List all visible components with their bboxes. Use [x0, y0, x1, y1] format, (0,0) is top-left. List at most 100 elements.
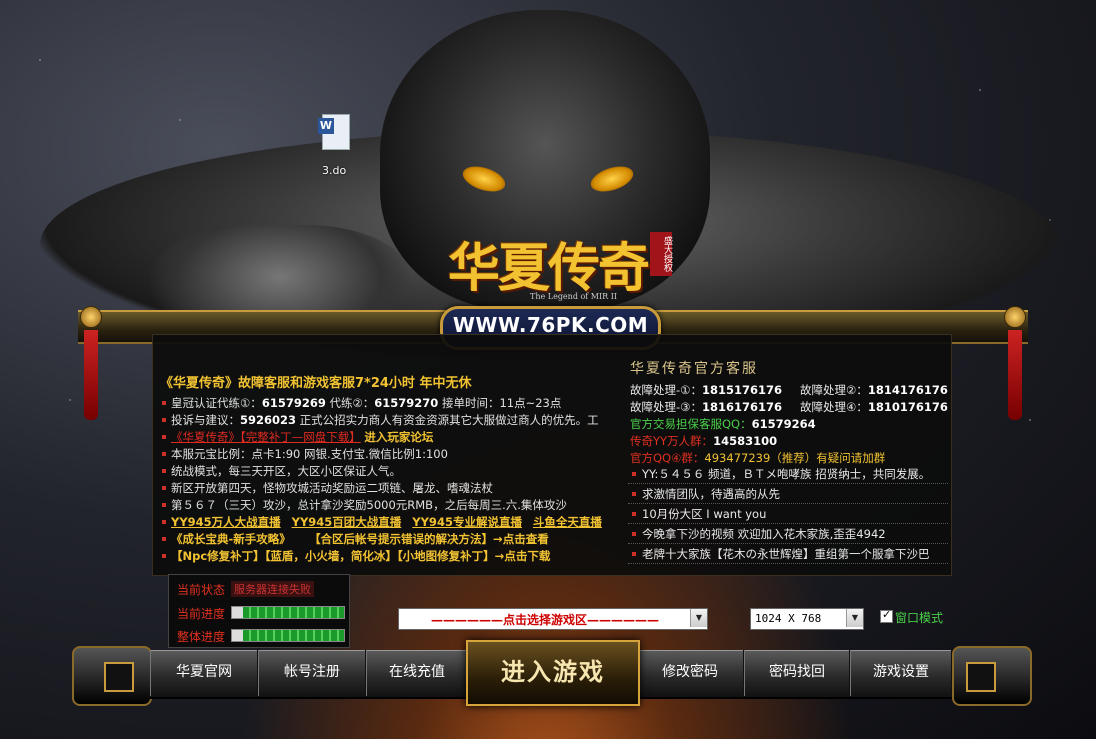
change-password-button[interactable]: 修改密码	[636, 650, 744, 696]
fault-number: 1816176176	[701, 400, 782, 414]
yy-commentary-link[interactable]: YY945专业解说直播	[412, 515, 522, 529]
logo-title: 华夏传奇	[448, 238, 650, 299]
row-text: 皇冠认证代练①：	[171, 396, 262, 410]
fault-label: 故障处理④：	[800, 400, 868, 414]
current-progress-fill	[243, 607, 344, 618]
npc-patch-link[interactable]: 【Npc修复补丁】	[171, 549, 265, 563]
bullet-icon	[162, 434, 166, 439]
fault-cell[interactable]: 故障处理-①：1815176176	[630, 382, 800, 399]
yy-guild-link[interactable]: YY945百团大战直播	[292, 515, 402, 529]
recover-password-button[interactable]: 密码找回	[744, 650, 850, 696]
bullet-icon	[162, 519, 166, 524]
patch-download-link[interactable]: 《华夏传奇》【完整补丁—网盘下载】	[171, 430, 361, 444]
announcement-item[interactable]: 10月份大区 I want you	[628, 505, 948, 524]
newbie-guide-link[interactable]: 《成长宝典-新手攻略》	[171, 532, 291, 546]
announcement-item[interactable]: 求激情团队，待遇高的从先	[628, 485, 948, 504]
fault-label: 故障处理-③：	[630, 400, 702, 414]
endcap-ornament-icon	[104, 662, 134, 692]
yy-group-label: 传奇YY万人群：	[630, 434, 714, 448]
logo-seal: 盛大授权	[650, 232, 672, 276]
menu-endcap-right	[952, 646, 1032, 706]
zone-select-value: ——————点击选择游戏区——————	[430, 613, 659, 627]
row-text: 接单时间：11点~23点	[438, 396, 562, 410]
tassel-left-icon	[84, 330, 98, 420]
fault-cell[interactable]: 故障处理②：1814176176	[800, 382, 948, 399]
minimap-patch-link[interactable]: 【小地图修复补丁】→点击下载	[397, 549, 550, 563]
bullet-icon	[632, 491, 636, 496]
escrow-line[interactable]: 官方交易担保客服QQ：61579264	[630, 416, 948, 433]
row-number: 5926023	[240, 413, 297, 427]
bullet-icon	[632, 531, 636, 536]
fault-line: 故障处理-①：1815176176 故障处理②：1814176176	[630, 382, 948, 399]
announcement-text: 求激情团队，待遇高的从先	[642, 487, 780, 501]
overall-progress-bar	[231, 629, 345, 642]
bullet-icon	[162, 553, 166, 558]
service-title: 华夏传奇官方客服	[630, 361, 758, 377]
bullet-icon	[632, 471, 636, 476]
douyu-link[interactable]: 斗鱼全天直播	[533, 515, 602, 529]
announcement-text: YY:５４５６ 频道，ＢＴメ咆哮族 招贤纳士，共同发展。	[642, 467, 931, 481]
bullet-icon	[162, 536, 166, 541]
desktop-file-label[interactable]: 3.do	[322, 164, 346, 177]
fault-cell[interactable]: 故障处理-③：1816176176	[630, 399, 800, 416]
news-row[interactable]: 新区开放第四天，怪物攻城活动奖励运二项链、屠龙、嗜魂法杖	[160, 480, 630, 497]
game-settings-button[interactable]: 游戏设置	[850, 650, 952, 696]
news-row[interactable]: 投诉与建议：5926023 正式公招实力商人有资金资源其它大服做过商人的优先。工	[160, 412, 630, 429]
fault-line: 故障处理-③：1816176176 故障处理④：1810176176	[630, 399, 948, 416]
state-value: 服务器连接失败	[231, 581, 314, 597]
yy-group-line[interactable]: 传奇YY万人群：14583100	[630, 433, 948, 450]
bullet-icon	[162, 502, 166, 507]
forum-link[interactable]: 进入玩家论坛	[364, 430, 433, 444]
enter-game-button[interactable]: 进入游戏	[466, 640, 640, 706]
fault-cell[interactable]: 故障处理④：1810176176	[800, 399, 948, 416]
row-text: 本服元宝比例：点卡1:90 网银.支付宝.微信比例1:100	[171, 447, 448, 461]
row-text: 新区开放第四天，怪物攻城活动奖励运二项链、屠龙、嗜魂法杖	[171, 481, 493, 495]
row-text: 第５６７（三天）攻沙，总计拿沙奖励5000元RMB，之后每周三.六.集体攻沙	[171, 498, 567, 512]
announcement-text: 老牌十大家族【花木の永世辉煌】重组第一个服拿下沙巴	[642, 547, 930, 561]
fault-label: 故障处理②：	[800, 383, 868, 397]
menu-endcap-left	[72, 646, 152, 706]
fault-number: 1814176176	[867, 383, 948, 397]
chevron-down-icon[interactable]: ▼	[690, 609, 707, 627]
service-section: 华夏传奇官方客服 故障处理-①：1815176176 故障处理②：18141761…	[630, 358, 948, 467]
news-row[interactable]: 统战模式，每三天开区，大区小区保证人气。	[160, 463, 630, 480]
checkbox-icon[interactable]	[880, 608, 893, 623]
bullet-icon	[162, 468, 166, 473]
shield-patch-link[interactable]: 【蓝盾，小火墙，简化冰】	[265, 549, 397, 563]
announcement-item[interactable]: 老牌十大家族【花木の永世辉煌】重组第一个服拿下沙巴	[628, 545, 948, 564]
recharge-button[interactable]: 在线充值	[366, 650, 468, 696]
endcap-ornament-icon	[966, 662, 996, 692]
escrow-label: 官方交易担保客服QQ：	[630, 417, 752, 431]
qq-group-value: 493477239（推荐）有疑问请加群	[704, 451, 886, 465]
tassel-right-icon	[1008, 330, 1022, 420]
chevron-down-icon[interactable]: ▼	[846, 609, 863, 627]
bullet-icon	[162, 485, 166, 490]
zone-select[interactable]: ——————点击选择游戏区—————— ▼	[398, 608, 708, 630]
news-row[interactable]: 第５６７（三天）攻沙，总计拿沙奖励5000元RMB，之后每周三.六.集体攻沙	[160, 497, 630, 514]
frame-knob-left-icon	[80, 306, 102, 328]
news-headline[interactable]: 《华夏传奇》故障客服和游戏客服7*24小时 年中无休	[160, 372, 630, 391]
logo-subtitle: The Legend of MIR II	[530, 292, 618, 301]
bullet-icon	[162, 417, 166, 422]
frame-knob-right-icon	[1004, 306, 1026, 328]
fault-number: 1810176176	[867, 400, 948, 414]
fault-label: 故障处理-①：	[630, 383, 702, 397]
bullet-icon	[632, 511, 636, 516]
merge-fix-link[interactable]: 【合区后帐号提示错误的解决方法】→点击查看	[309, 532, 549, 546]
current-progress-label: 当前进度	[177, 607, 226, 621]
announcement-item[interactable]: YY:５４５６ 频道，ＢＴメ咆哮族 招贤纳士，共同发展。	[628, 465, 948, 484]
news-row[interactable]: 《华夏传奇》【完整补丁—网盘下载】 进入玩家论坛	[160, 429, 630, 446]
yy-live-link[interactable]: YY945万人大战直播	[171, 515, 281, 529]
news-row[interactable]: 本服元宝比例：点卡1:90 网银.支付宝.微信比例1:100	[160, 446, 630, 463]
news-row[interactable]: 皇冠认证代练①：61579269 代练②：61579270 接单时间：11点~2…	[160, 395, 630, 412]
row-number: 61579269	[261, 396, 326, 410]
resolution-value: 1024 X 768	[755, 612, 822, 625]
row-text: 代练②：	[325, 396, 375, 410]
escrow-number: 61579264	[751, 417, 816, 431]
official-site-button[interactable]: 华夏官网	[150, 650, 258, 696]
window-mode-toggle[interactable]: 窗口模式	[880, 608, 943, 626]
word-document-icon[interactable]: W	[318, 114, 358, 158]
register-button[interactable]: 帐号注册	[258, 650, 366, 696]
announcement-item[interactable]: 今晚拿下沙的视频 欢迎加入花木家族,歪歪4942	[628, 525, 948, 544]
resolution-select[interactable]: 1024 X 768 ▼	[750, 608, 864, 630]
